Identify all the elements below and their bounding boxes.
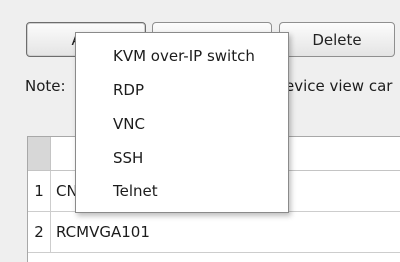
note-text: evice view car xyxy=(285,77,393,95)
table-row[interactable]: 2 RCMVGA101 xyxy=(28,212,400,253)
row-number: 2 xyxy=(28,212,51,252)
menu-item-rdp[interactable]: RDP xyxy=(113,75,144,105)
row-number: 1 xyxy=(28,171,51,211)
menu-item-telnet[interactable]: Telnet xyxy=(113,176,158,206)
device-name-cell[interactable]: RCMVGA101 xyxy=(56,212,150,252)
note-label: Note: xyxy=(25,77,66,95)
table-corner-header[interactable] xyxy=(28,137,51,170)
menu-item-ssh[interactable]: SSH xyxy=(113,143,143,173)
delete-button[interactable]: Delete xyxy=(279,22,395,57)
menu-item-vnc[interactable]: VNC xyxy=(113,109,145,139)
add-dropdown-menu: KVM over-IP switch RDP VNC SSH Telnet xyxy=(75,32,289,213)
menu-item-kvm-over-ip-switch[interactable]: KVM over-IP switch xyxy=(113,41,255,71)
